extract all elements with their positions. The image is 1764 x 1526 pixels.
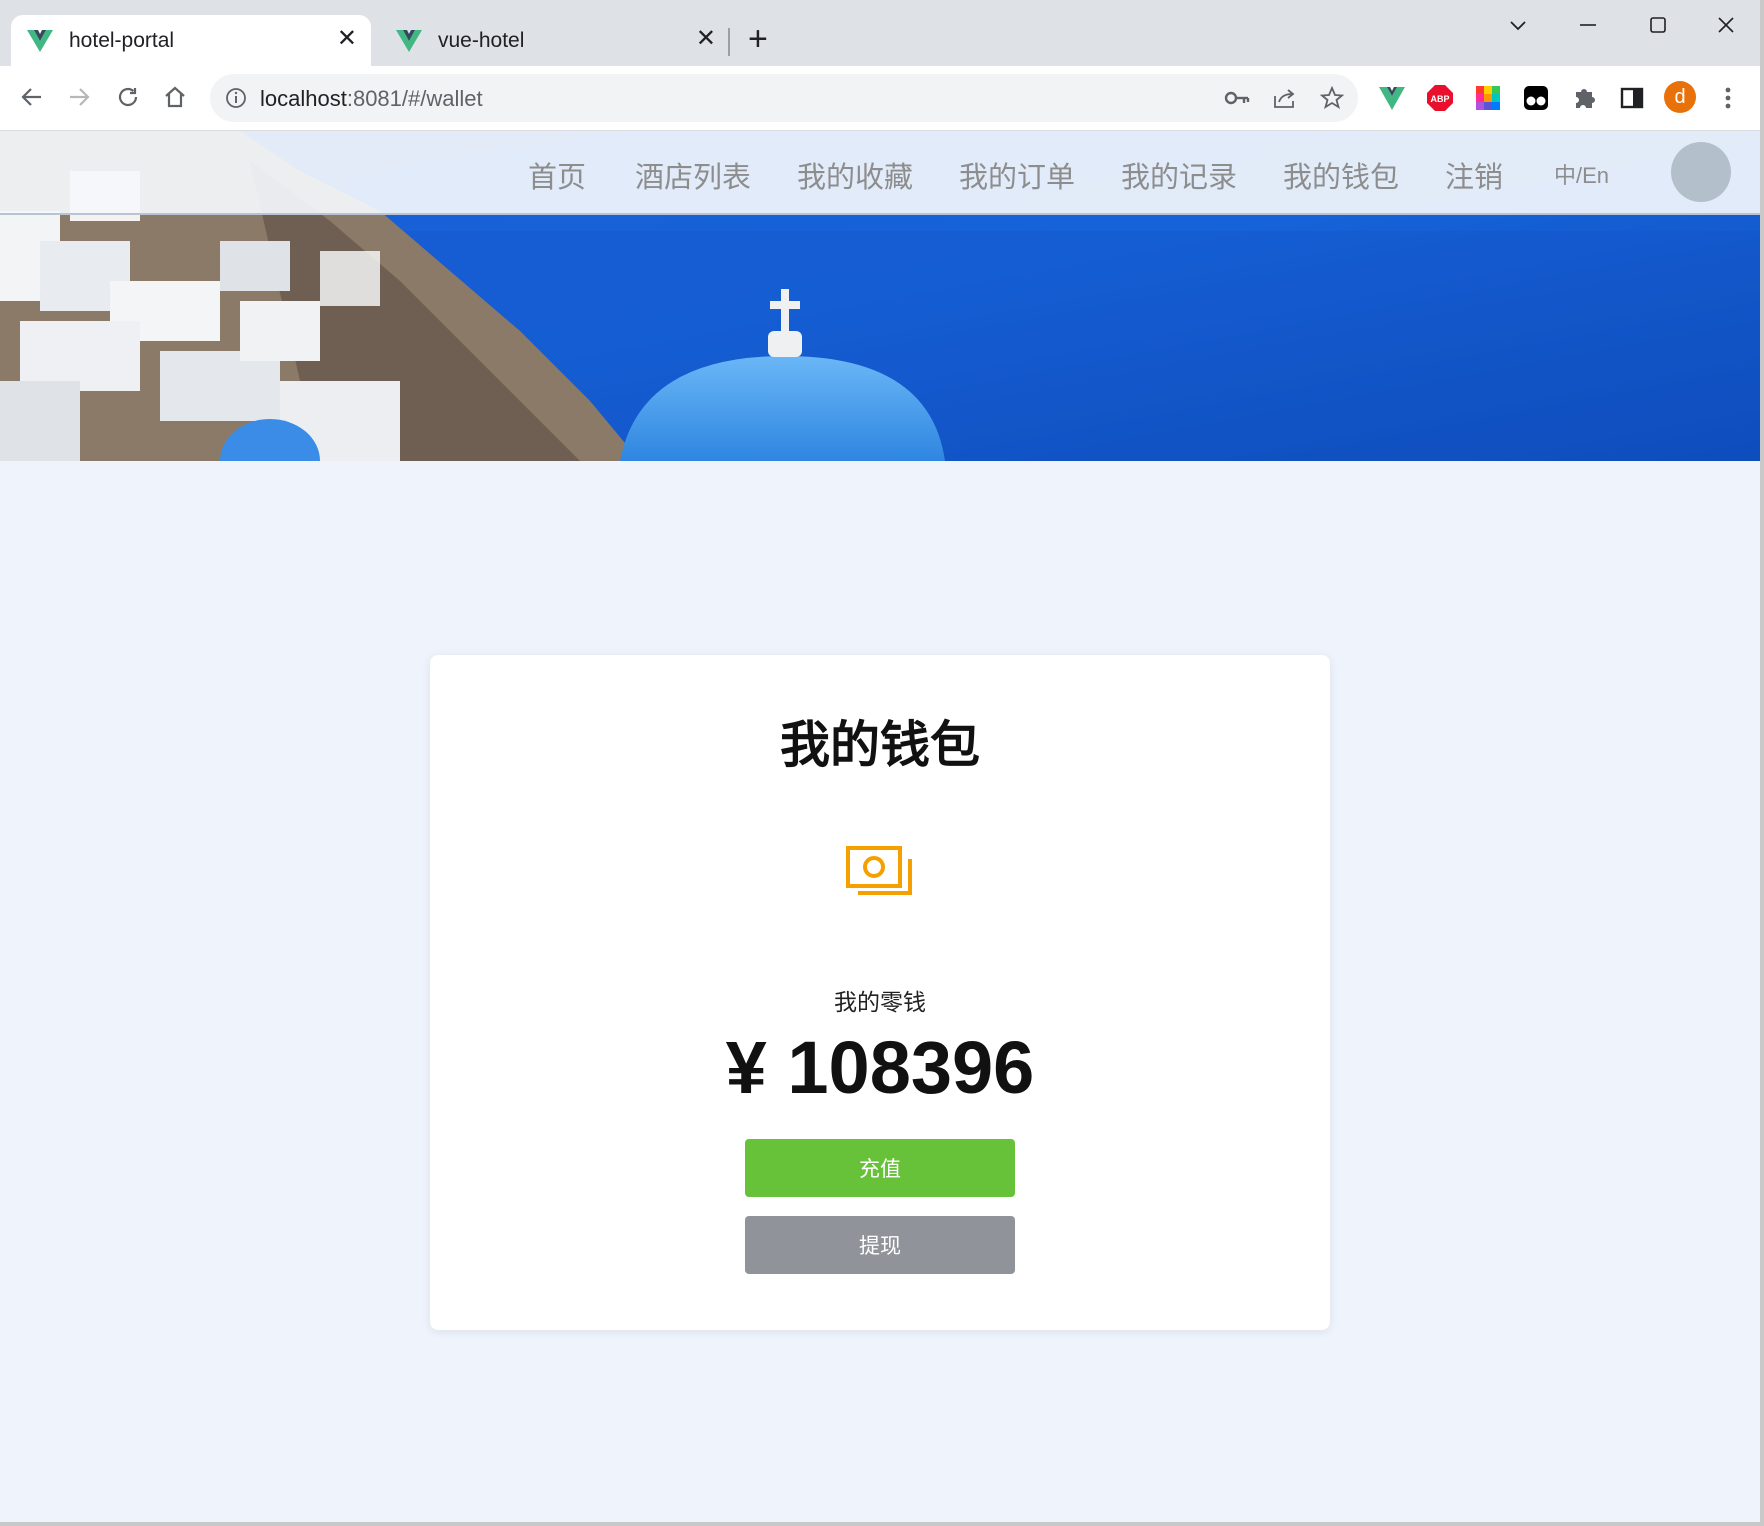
adblock-plus-icon[interactable]: ABP [1426, 84, 1454, 112]
svg-text:ABP: ABP [1430, 94, 1449, 104]
maximize-icon[interactable] [1648, 12, 1668, 44]
nav-orders[interactable]: 我的订单 [959, 154, 1075, 196]
hero-banner: 首页 酒店列表 我的收藏 我的订单 我的记录 我的钱包 注销 中/En [0, 131, 1760, 461]
withdraw-button[interactable]: 提现 [745, 1216, 1015, 1274]
profile-initial: d [1674, 86, 1686, 108]
color-palette-icon[interactable] [1474, 84, 1502, 112]
recharge-button[interactable]: 充值 [745, 1139, 1015, 1197]
tab-hotel-portal[interactable]: hotel-portal ✕ [11, 15, 371, 66]
forward-arrow-icon [70, 88, 90, 106]
tab-title: hotel-portal [69, 28, 175, 52]
nav-records[interactable]: 我的记录 [1121, 154, 1237, 196]
home-button[interactable] [158, 80, 192, 114]
key-icon[interactable] [1224, 86, 1250, 110]
wallet-title: 我的钱包 [780, 717, 980, 773]
nav-logout[interactable]: 注销 [1445, 154, 1503, 196]
back-arrow-icon [21, 88, 41, 106]
url-host: localhost [260, 86, 347, 111]
tampermonkey-icon[interactable] [1522, 84, 1550, 112]
vue-logo-icon [27, 29, 53, 52]
home-icon [165, 86, 185, 108]
wallet-card: 我的钱包 我的零钱 ¥ 108396 充值 提现 [430, 655, 1330, 1330]
browser-toolbar: localhost:8081/#/wallet ABP d [0, 66, 1760, 131]
tab-close-icon[interactable]: ✕ [337, 27, 357, 51]
tab-separator [728, 28, 730, 56]
more-menu-icon[interactable] [1714, 84, 1742, 112]
profile-avatar[interactable]: d [1664, 81, 1696, 113]
close-window-icon[interactable] [1716, 12, 1736, 44]
balance-amount: ¥ 108396 [725, 1026, 1035, 1109]
forward-button[interactable] [62, 80, 96, 114]
bookmark-star-icon[interactable] [1320, 86, 1344, 110]
site-navbar: 首页 酒店列表 我的收藏 我的订单 我的记录 我的钱包 注销 中/En [0, 131, 1760, 215]
language-toggle[interactable]: 中/En [1554, 158, 1609, 190]
vue-logo-icon [396, 29, 422, 52]
back-button[interactable] [15, 80, 49, 114]
balance-label: 我的零钱 [834, 989, 926, 1015]
tab-strip: hotel-portal ✕ vue-hotel ✕ + [0, 0, 1760, 66]
minimize-icon[interactable] [1578, 12, 1598, 44]
reload-button[interactable] [111, 80, 145, 114]
tab-close-icon[interactable]: ✕ [696, 27, 716, 51]
tab-title: vue-hotel [438, 28, 525, 52]
address-bar[interactable]: localhost:8081/#/wallet [210, 74, 1358, 122]
nav-home[interactable]: 首页 [528, 154, 586, 196]
url-path: :8081/#/wallet [346, 86, 483, 111]
puzzle-icon[interactable] [1570, 84, 1598, 112]
user-avatar[interactable] [1671, 142, 1731, 202]
side-panel-icon[interactable] [1618, 84, 1646, 112]
vue-devtools-icon[interactable] [1378, 84, 1406, 112]
new-tab-button[interactable]: + [748, 22, 768, 56]
reload-icon [118, 87, 138, 107]
nav-favorites[interactable]: 我的收藏 [797, 154, 913, 196]
money-icon [846, 846, 912, 895]
browser-window: hotel-portal ✕ vue-hotel ✕ + localhost:8… [0, 0, 1764, 1526]
share-icon[interactable] [1272, 86, 1298, 110]
nav-wallet[interactable]: 我的钱包 [1283, 154, 1399, 196]
tab-vue-hotel[interactable]: vue-hotel ✕ [380, 15, 730, 66]
tab-search-icon[interactable] [1508, 12, 1528, 44]
page-content: 首页 酒店列表 我的收藏 我的订单 我的记录 我的钱包 注销 中/En 我的钱包… [0, 131, 1760, 1522]
site-info-icon[interactable] [224, 86, 248, 110]
url-text[interactable]: localhost:8081/#/wallet [260, 86, 483, 112]
nav-hotel-list[interactable]: 酒店列表 [635, 154, 751, 196]
